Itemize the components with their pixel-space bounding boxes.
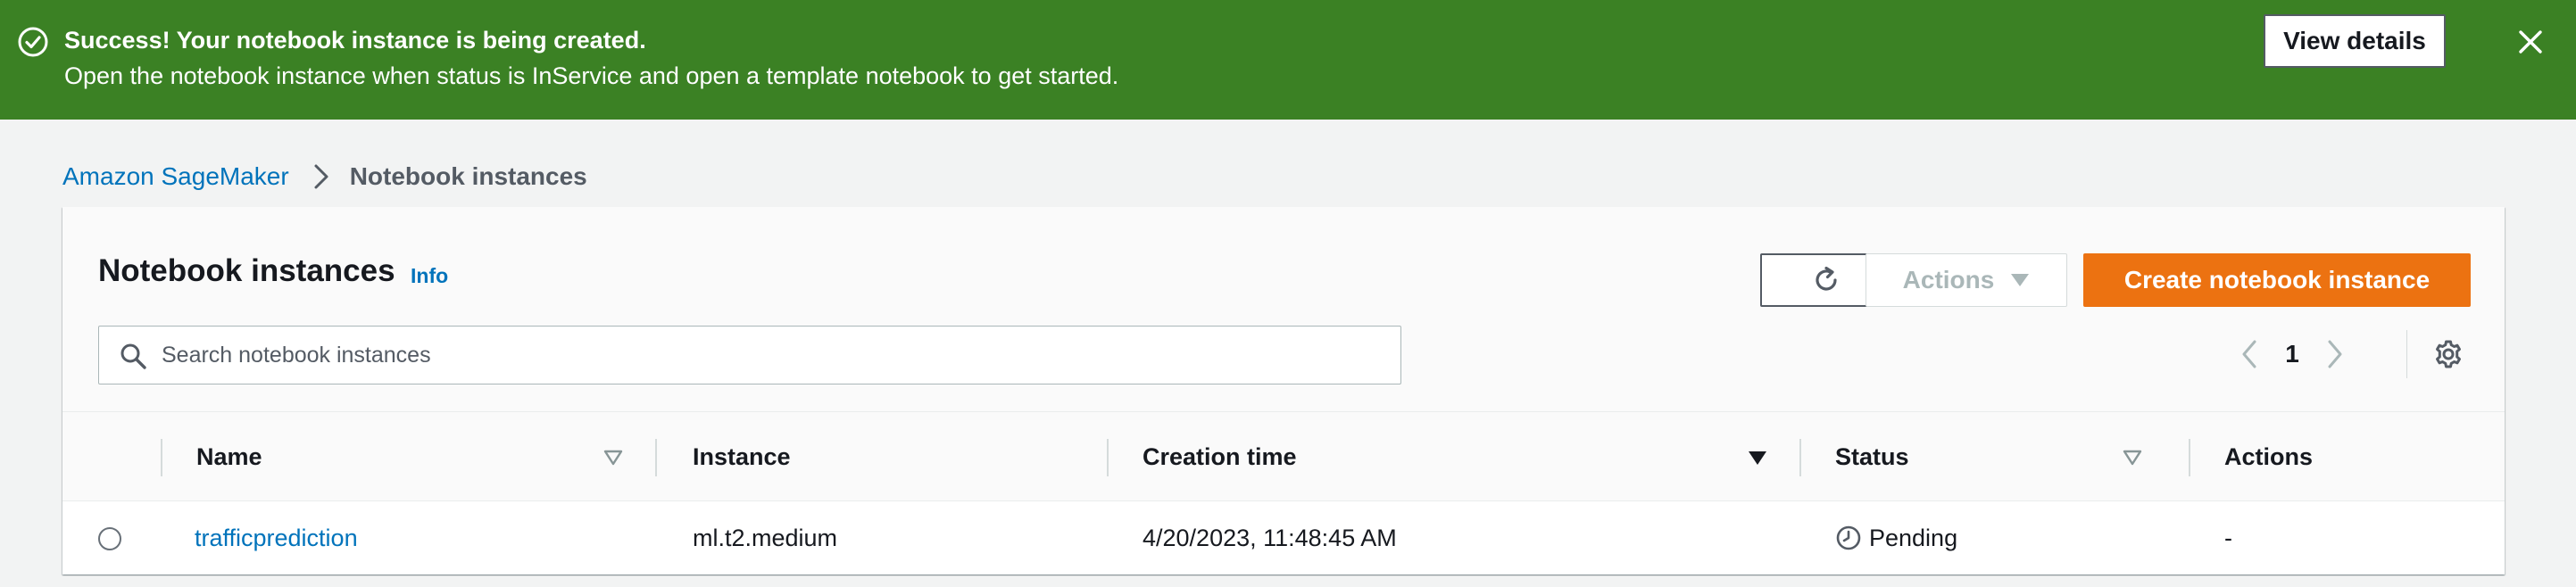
caret-down-icon [2011,274,2030,286]
previous-page-button[interactable] [2231,332,2267,376]
column-divider [161,439,162,476]
page-title: Notebook instances [98,253,395,288]
chevron-left-icon [2242,340,2256,368]
row-select-radio[interactable] [98,527,121,550]
table-row: trafficprediction ml.t2.medium 4/20/2023… [62,501,2505,575]
search-box [98,326,1401,384]
creation-time-cell: 4/20/2023, 11:48:45 AM [1143,524,1397,551]
view-details-button[interactable]: View details [2264,14,2446,68]
table-header: Name Instance Creation time Status Actio… [62,412,2505,501]
breadcrumb-current: Notebook instances [349,162,587,190]
column-divider [1799,439,1801,476]
pagination-divider [2406,330,2407,378]
create-notebook-instance-button[interactable]: Create notebook instance [2083,253,2471,307]
column-divider [1107,439,1109,476]
column-header-actions: Actions [2224,442,2314,470]
notebook-instances-panel: Notebook instances Info Actions Create n… [62,207,2505,575]
sort-descending-icon[interactable] [1746,446,1769,469]
breadcrumb: Amazon SageMaker Notebook instances [62,161,587,193]
flash-message: Open the notebook instance when status i… [64,62,1119,89]
column-divider [2189,439,2190,476]
instance-type-cell: ml.t2.medium [693,524,838,551]
status-cell: Pending [1835,501,1957,575]
next-page-button[interactable] [2317,332,2353,376]
flash-title: Success! Your notebook instance is being… [64,27,646,54]
column-header-instance: Instance [693,442,791,470]
page-number-button[interactable]: 1 [2267,340,2317,368]
column-header-creation-time[interactable]: Creation time [1143,412,1297,501]
gear-icon[interactable] [2431,337,2465,371]
notebook-name-link[interactable]: trafficprediction [195,525,358,552]
info-link[interactable]: Info [411,264,448,288]
close-icon[interactable] [2514,25,2547,59]
pagination: 1 [2231,332,2353,376]
success-flash-banner: Success! Your notebook instance is being… [0,0,2576,120]
breadcrumb-link-sagemaker[interactable]: Amazon SageMaker [62,162,289,191]
chevron-right-icon [314,164,328,189]
column-header-name[interactable]: Name [196,412,262,501]
refresh-icon [1816,266,1837,291]
actions-dropdown-label: Actions [1902,266,1995,294]
column-divider [655,439,657,476]
actions-dropdown-button[interactable]: Actions [1866,253,2067,307]
search-input[interactable] [162,327,1393,384]
chevron-right-icon [2328,340,2342,368]
column-header-status[interactable]: Status [1835,412,1909,501]
search-icon [120,343,146,369]
check-circle-icon [18,27,48,57]
sort-icon[interactable] [2121,446,2144,469]
status-text: Pending [1869,524,1958,551]
sort-icon[interactable] [602,446,625,469]
panel-header: Notebook instances Info Actions Create n… [62,207,2505,412]
clock-icon [1836,525,1861,550]
row-actions-cell: - [2224,524,2232,551]
